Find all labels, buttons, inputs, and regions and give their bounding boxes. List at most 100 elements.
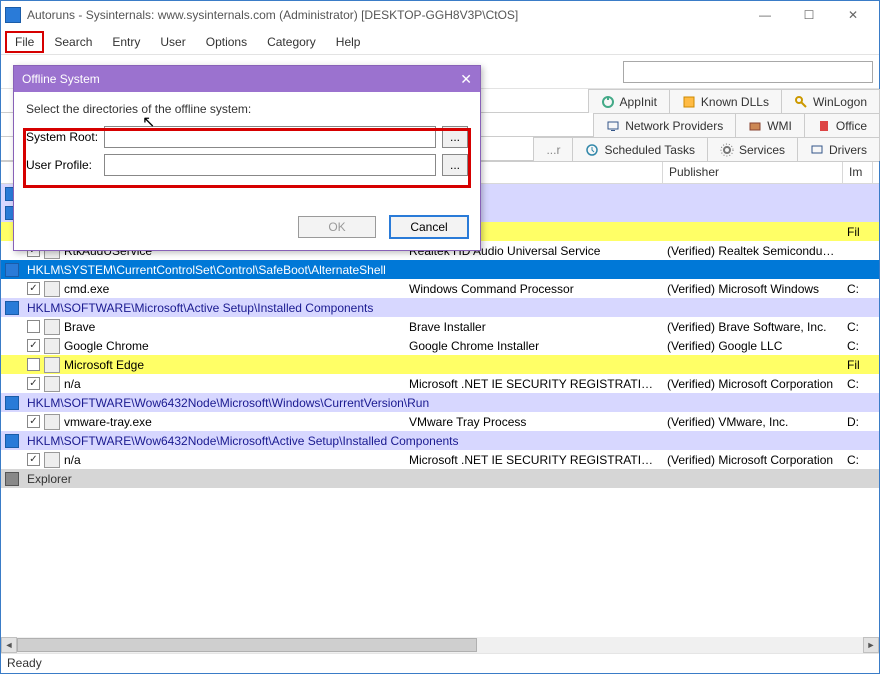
registry-section[interactable]: HKLM\SYSTEM\CurrentControlSet\Control\Sa… bbox=[1, 260, 879, 279]
entry-image-path: Fil bbox=[843, 358, 873, 372]
entry-checkbox[interactable] bbox=[27, 282, 40, 295]
tab-known-dlls[interactable]: Known DLLs bbox=[669, 89, 782, 113]
user-profile-browse-button[interactable]: ... bbox=[442, 154, 468, 176]
minimize-button[interactable]: — bbox=[743, 1, 787, 29]
tab-office[interactable]: Office bbox=[804, 113, 880, 137]
scroll-thumb[interactable] bbox=[17, 638, 477, 652]
registry-section[interactable]: HKLM\SOFTWARE\Wow6432Node\Microsoft\Wind… bbox=[1, 393, 879, 412]
tab-label: Drivers bbox=[829, 143, 867, 157]
tab-truncated[interactable]: ...r bbox=[533, 137, 573, 161]
section-path: HKLM\SOFTWARE\Wow6432Node\Microsoft\Acti… bbox=[23, 434, 879, 448]
entry-name: Google Chrome bbox=[64, 339, 149, 353]
section-path: HKLM\SOFTWARE\Microsoft\Active Setup\Ins… bbox=[23, 301, 879, 315]
scroll-right-button[interactable]: ► bbox=[863, 637, 879, 653]
entry-icon bbox=[44, 281, 60, 297]
horizontal-scrollbar[interactable]: ◄ ► bbox=[1, 637, 879, 653]
entry-description: VMware Tray Process bbox=[405, 415, 663, 429]
menu-help[interactable]: Help bbox=[326, 31, 371, 53]
system-root-browse-button[interactable]: ... bbox=[442, 126, 468, 148]
entry-name: n/a bbox=[64, 377, 81, 391]
dialog-titlebar[interactable]: Offline System ✕ bbox=[14, 66, 480, 92]
quick-filter-input[interactable] bbox=[623, 61, 873, 83]
tab-label: AppInit bbox=[620, 95, 657, 109]
entry-publisher: (Verified) Google LLC bbox=[663, 339, 843, 353]
registry-section[interactable]: HKLM\SOFTWARE\Wow6432Node\Microsoft\Acti… bbox=[1, 431, 879, 450]
entry-name: vmware-tray.exe bbox=[64, 415, 152, 429]
maximize-button[interactable]: ☐ bbox=[787, 1, 831, 29]
tab-wmi[interactable]: WMI bbox=[735, 113, 805, 137]
menu-user[interactable]: User bbox=[150, 31, 195, 53]
tab-drivers[interactable]: Drivers bbox=[797, 137, 880, 161]
autorun-entry[interactable]: Google Chrome Google Chrome Installer(Ver… bbox=[1, 336, 879, 355]
entry-icon bbox=[44, 319, 60, 335]
tab-label: ...r bbox=[546, 143, 560, 157]
autorun-entry[interactable]: vmware-tray.exe VMware Tray Process(Verif… bbox=[1, 412, 879, 431]
cancel-button[interactable]: Cancel bbox=[390, 216, 468, 238]
entry-description: Google Chrome Installer bbox=[405, 339, 663, 353]
autoruns-window: Autoruns - Sysinternals: www.sysinternal… bbox=[0, 0, 880, 674]
tab-appinit[interactable]: AppInit bbox=[588, 89, 670, 113]
tab-label: Scheduled Tasks bbox=[604, 143, 695, 157]
menubar: File Search Entry User Options Category … bbox=[1, 29, 879, 55]
entry-name: n/a bbox=[64, 453, 81, 467]
close-button[interactable]: ✕ bbox=[831, 1, 875, 29]
menu-file[interactable]: File bbox=[5, 31, 44, 53]
menu-search[interactable]: Search bbox=[44, 31, 102, 53]
folder-icon bbox=[5, 472, 19, 486]
entry-image-path: C: bbox=[843, 453, 873, 467]
entry-name: Microsoft Edge bbox=[64, 358, 144, 372]
menu-category[interactable]: Category bbox=[257, 31, 326, 53]
tab-label: WMI bbox=[767, 119, 792, 133]
entry-checkbox[interactable] bbox=[27, 320, 40, 333]
entry-publisher: (Verified) Brave Software, Inc. bbox=[663, 320, 843, 334]
tab-label: WinLogon bbox=[813, 95, 867, 109]
dialog-prompt: Select the directories of the offline sy… bbox=[26, 102, 468, 116]
tab-label: Network Providers bbox=[625, 119, 723, 133]
entry-description: Microsoft .NET IE SECURITY REGISTRATION bbox=[405, 453, 663, 467]
category-header[interactable]: Explorer bbox=[1, 469, 879, 488]
tab-services[interactable]: Services bbox=[707, 137, 798, 161]
entry-checkbox[interactable] bbox=[27, 453, 40, 466]
autorun-entry[interactable]: n/a Microsoft .NET IE SECURITY REGISTRATI… bbox=[1, 450, 879, 469]
col-publisher[interactable]: Publisher bbox=[663, 162, 843, 183]
entry-publisher: (Verified) VMware, Inc. bbox=[663, 415, 843, 429]
offline-system-dialog: Offline System ✕ ↖ Select the directorie… bbox=[13, 65, 481, 251]
entry-image-path: D: bbox=[843, 415, 873, 429]
tab-scheduled-tasks[interactable]: Scheduled Tasks bbox=[572, 137, 708, 161]
menu-options[interactable]: Options bbox=[196, 31, 257, 53]
user-profile-input[interactable] bbox=[104, 154, 436, 176]
entry-checkbox[interactable] bbox=[27, 339, 40, 352]
tab-label: Known DLLs bbox=[701, 95, 769, 109]
entry-icon bbox=[44, 357, 60, 373]
entry-image-path: C: bbox=[843, 339, 873, 353]
entry-description: Brave Installer bbox=[405, 320, 663, 334]
entry-name: Brave bbox=[64, 320, 95, 334]
autorun-entry[interactable]: Brave Brave Installer(Verified) Brave Sof… bbox=[1, 317, 879, 336]
dialog-close-icon[interactable]: ✕ bbox=[460, 71, 472, 88]
entry-checkbox[interactable] bbox=[27, 377, 40, 390]
window-title: Autoruns - Sysinternals: www.sysinternal… bbox=[27, 8, 743, 22]
entry-icon bbox=[44, 376, 60, 392]
entry-checkbox[interactable] bbox=[27, 358, 40, 371]
entry-description: Microsoft .NET IE SECURITY REGISTRATION bbox=[405, 377, 663, 391]
entry-image-path: C: bbox=[843, 377, 873, 391]
system-root-input[interactable] bbox=[104, 126, 436, 148]
tab-label: Office bbox=[836, 119, 867, 133]
registry-icon bbox=[5, 263, 19, 277]
entry-icon bbox=[44, 338, 60, 354]
col-image[interactable]: Im bbox=[843, 162, 873, 183]
autorun-entry[interactable]: n/a Microsoft .NET IE SECURITY REGISTRATI… bbox=[1, 374, 879, 393]
entry-checkbox[interactable] bbox=[27, 415, 40, 428]
tab-winlogon[interactable]: WinLogon bbox=[781, 89, 880, 113]
scroll-left-button[interactable]: ◄ bbox=[1, 637, 17, 653]
entry-publisher: (Verified) Microsoft Windows bbox=[663, 282, 843, 296]
autorun-entry[interactable]: Microsoft Edge Fil bbox=[1, 355, 879, 374]
registry-section[interactable]: HKLM\SOFTWARE\Microsoft\Active Setup\Ins… bbox=[1, 298, 879, 317]
entry-image-path: C: bbox=[843, 320, 873, 334]
autorun-entry[interactable]: cmd.exeWindows Command Processor(Verifie… bbox=[1, 279, 879, 298]
system-root-label: System Root: bbox=[26, 130, 104, 144]
tab-network-providers[interactable]: Network Providers bbox=[593, 113, 736, 137]
ok-button[interactable]: OK bbox=[298, 216, 376, 238]
menu-entry[interactable]: Entry bbox=[102, 31, 150, 53]
entry-name: cmd.exe bbox=[64, 282, 109, 296]
